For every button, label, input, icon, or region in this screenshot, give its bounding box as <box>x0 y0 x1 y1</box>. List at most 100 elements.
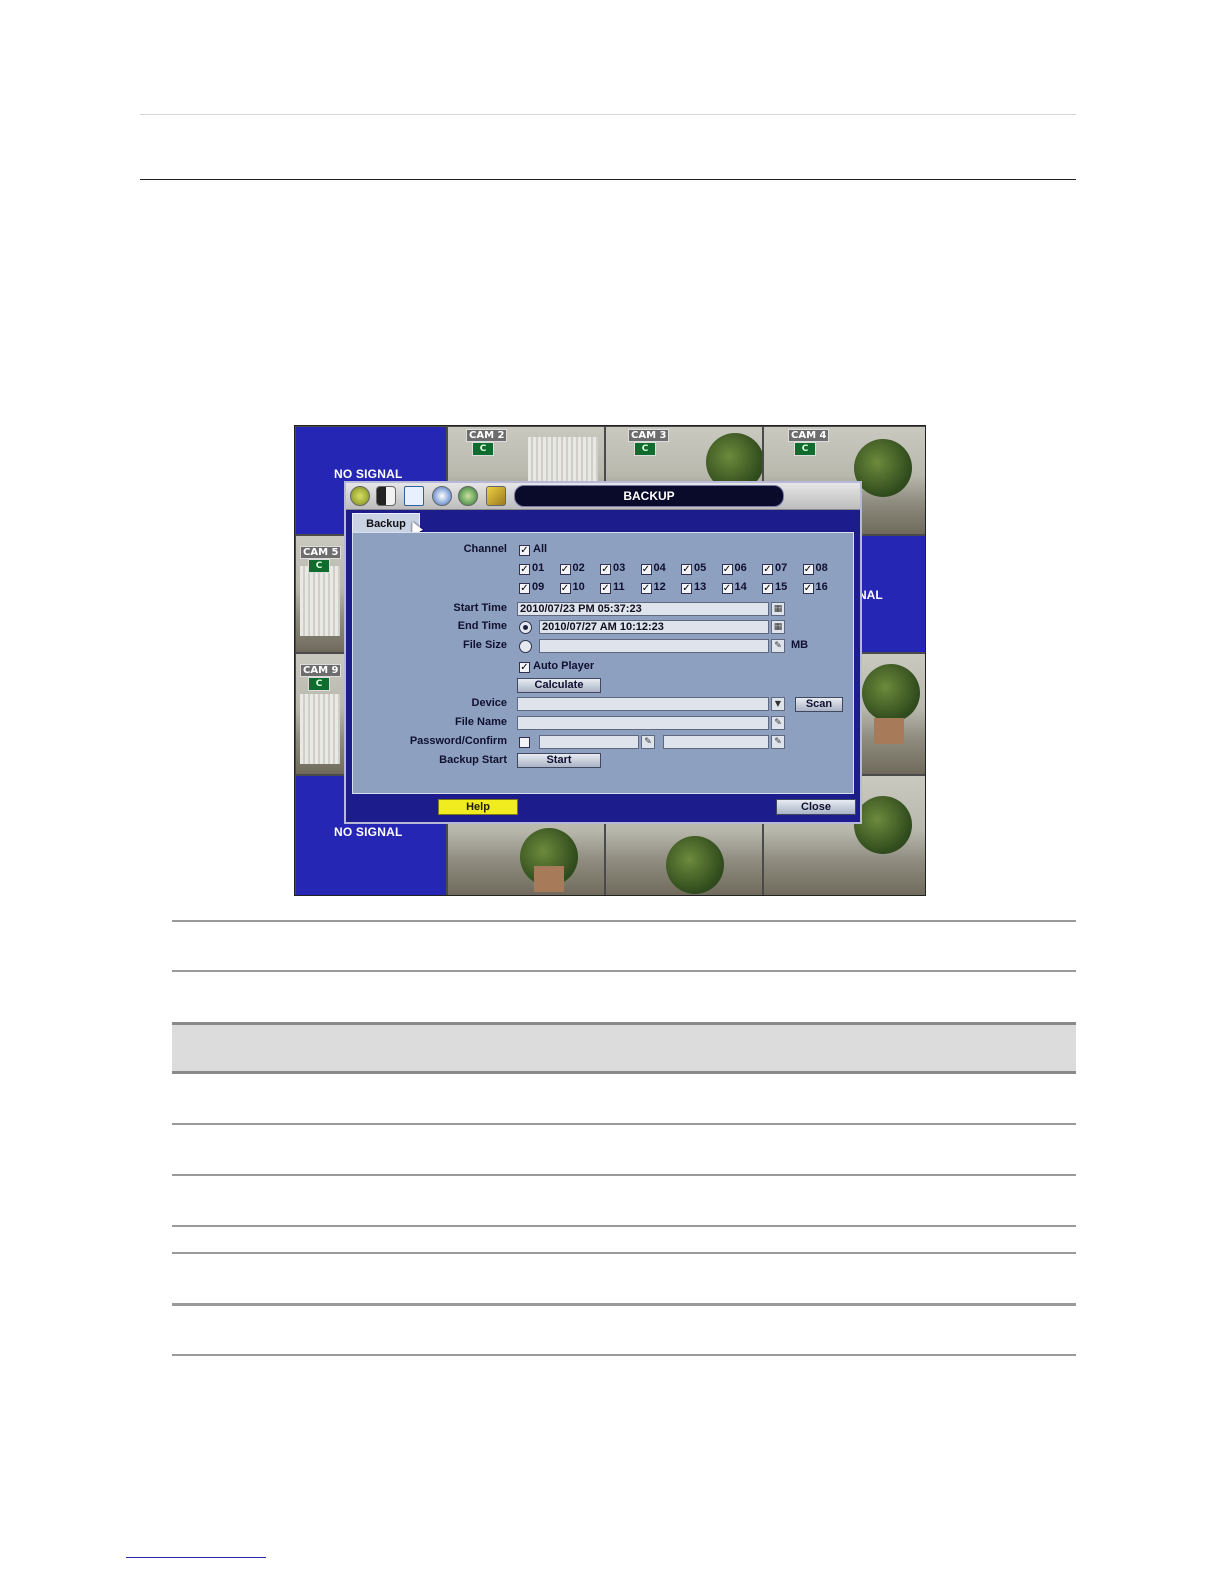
channel-number-label: 02 <box>572 562 585 574</box>
channel-checkbox[interactable]: ✓ <box>559 564 571 575</box>
end-time-radio[interactable] <box>519 621 532 634</box>
calculate-button[interactable]: Calculate <box>517 678 601 693</box>
window-blinds <box>528 437 598 487</box>
file-size-unit: MB <box>791 639 809 651</box>
camera-status-icon: C <box>634 442 656 456</box>
calendar-icon[interactable] <box>404 486 424 506</box>
plant <box>862 664 920 722</box>
table-rule <box>172 920 1076 922</box>
cam-label: CAM 3 <box>628 429 670 442</box>
channel-number-label: 10 <box>572 581 585 593</box>
plant <box>854 796 912 854</box>
start-time-field[interactable]: 2010/07/23 PM 05:37:23 <box>517 602 769 616</box>
camera-status-icon: C <box>308 677 330 691</box>
channel-number-label: 11 <box>613 581 625 593</box>
edit-pencil-icon[interactable]: ✎ <box>771 735 785 749</box>
edit-pencil-icon[interactable]: ✎ <box>641 735 655 749</box>
footnote-rule <box>126 1557 266 1558</box>
channel-number-label: 03 <box>613 562 626 574</box>
channel-checkbox[interactable]: ✓ <box>721 583 733 594</box>
channel-label: Channel <box>463 543 507 555</box>
file-size-radio[interactable] <box>519 640 532 653</box>
channel-number-label: 08 <box>815 562 828 574</box>
header-rule <box>140 179 1076 180</box>
table-rule <box>172 1354 1076 1356</box>
password-confirm-field[interactable] <box>663 735 769 749</box>
cam-label: CAM 9 <box>300 664 342 677</box>
channel-number-label: 15 <box>775 581 788 593</box>
backup-dialog: BACKUP Backup Channel ✓ All Start Time 2… <box>344 481 862 824</box>
backup-start-label: Backup Start <box>439 754 507 766</box>
channel-all-checkbox[interactable]: ✓ <box>519 545 530 556</box>
channel-checkbox[interactable]: ✓ <box>640 583 652 594</box>
gear-icon[interactable] <box>350 486 370 506</box>
tools-icon[interactable] <box>486 486 506 506</box>
channel-checkbox[interactable]: ✓ <box>519 564 530 575</box>
channel-checkbox[interactable]: ✓ <box>802 564 814 575</box>
channel-checkbox[interactable]: ✓ <box>721 564 733 575</box>
table-rule <box>172 1252 1076 1254</box>
channel-checkbox[interactable]: ✓ <box>600 564 611 575</box>
channel-checkbox[interactable]: ✓ <box>762 583 773 594</box>
device-label: Device <box>471 697 507 709</box>
password-field[interactable] <box>539 735 639 749</box>
menu-toolbar: BACKUP <box>346 483 860 510</box>
auto-player-checkbox[interactable]: ✓ <box>519 662 530 673</box>
window-blinds <box>300 566 340 636</box>
display-toggle-icon[interactable] <box>376 486 396 506</box>
scan-button[interactable]: Scan <box>795 697 843 712</box>
password-checkbox[interactable] <box>519 737 530 748</box>
no-signal-label: NO SIGNAL <box>334 825 403 839</box>
channel-number-label: 01 <box>532 562 545 574</box>
channel-all-label: All <box>533 543 548 555</box>
channel-number-label: 16 <box>815 581 828 593</box>
table-header-band <box>172 1022 1076 1074</box>
channel-checkbox[interactable]: ✓ <box>681 583 692 594</box>
backup-panel: Channel ✓ All Start Time 2010/07/23 PM 0… <box>352 532 854 794</box>
close-button[interactable]: Close <box>776 799 856 815</box>
end-time-label: End Time <box>457 620 507 632</box>
end-time-field[interactable]: 2010/07/27 AM 10:12:23 <box>539 620 769 634</box>
file-name-label: File Name <box>455 716 507 728</box>
cam-label: CAM 5 <box>300 546 342 559</box>
channel-checkbox[interactable]: ✓ <box>802 583 814 594</box>
table-rule <box>172 1174 1076 1176</box>
channel-number-label: 14 <box>734 581 747 593</box>
auto-player-label: Auto Player <box>533 660 595 672</box>
start-time-label: Start Time <box>453 602 507 614</box>
cam-label: CAM 4 <box>788 429 830 442</box>
camera-status-icon: C <box>308 559 330 573</box>
window-blinds <box>300 694 340 764</box>
header-rule-thin <box>140 114 1076 115</box>
no-signal-label: NO SIGNAL <box>334 467 403 481</box>
plant-pot <box>534 866 564 892</box>
chevron-down-icon[interactable]: ▼ <box>771 697 785 711</box>
channel-number-label: 12 <box>653 581 666 593</box>
table-rule <box>172 970 1076 972</box>
dialog-title: BACKUP <box>514 485 784 507</box>
channel-checkbox[interactable]: ✓ <box>640 564 652 575</box>
file-size-label: File Size <box>462 639 507 651</box>
network-icon[interactable] <box>432 486 452 506</box>
file-size-field[interactable] <box>539 639 769 653</box>
help-button[interactable]: Help <box>438 799 518 815</box>
channel-checkbox[interactable]: ✓ <box>600 583 611 594</box>
password-label: Password/Confirm <box>409 735 507 747</box>
camera-status-icon: C <box>472 442 494 456</box>
calendar-icon[interactable]: ▦ <box>771 620 785 634</box>
channel-checkbox[interactable]: ✓ <box>681 564 692 575</box>
table-rule <box>172 1303 1076 1306</box>
calendar-icon[interactable]: ▦ <box>771 602 785 616</box>
channel-checkbox[interactable]: ✓ <box>519 583 530 594</box>
channel-checkbox[interactable]: ✓ <box>762 564 773 575</box>
start-button[interactable]: Start <box>517 753 601 768</box>
channel-checkbox[interactable]: ✓ <box>559 583 571 594</box>
table-rule <box>172 1225 1076 1227</box>
edit-pencil-icon[interactable]: ✎ <box>771 716 785 730</box>
channel-number-label: 05 <box>694 562 707 574</box>
device-select[interactable] <box>517 697 769 711</box>
file-name-field[interactable] <box>517 716 769 730</box>
backup-icon[interactable] <box>458 486 478 506</box>
plant <box>854 439 912 497</box>
edit-pencil-icon[interactable]: ✎ <box>771 639 785 653</box>
